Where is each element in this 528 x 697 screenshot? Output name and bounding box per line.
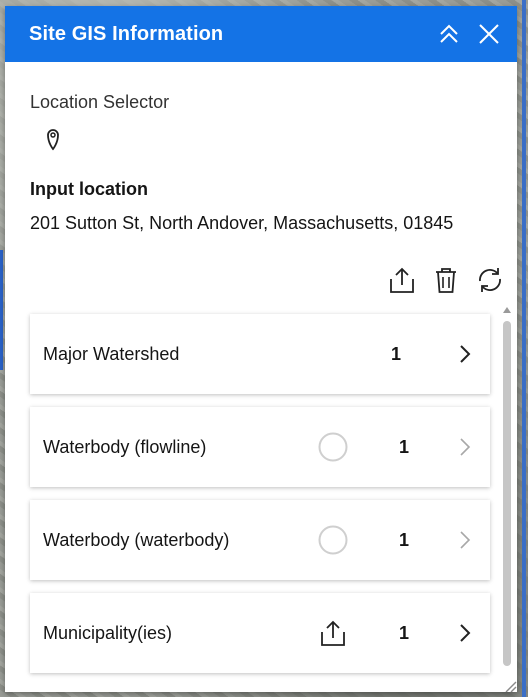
chevron-right-icon: [458, 436, 474, 458]
layer-count: 1: [399, 622, 410, 643]
panel-title: Site GIS Information: [29, 22, 224, 45]
layer-count: 1: [391, 343, 402, 364]
input-location-address: 201 Sutton St, North Andover, Massachuse…: [30, 213, 454, 233]
location-selector-label: Location Selector: [30, 92, 170, 112]
delete-button[interactable]: [432, 265, 460, 295]
layer-item-waterbody-flowline[interactable]: Waterbody (flowline) 1: [30, 407, 490, 487]
trash-icon: [436, 268, 456, 293]
loading-circle-icon: [318, 525, 348, 555]
map-boundary-line: [0, 250, 3, 370]
map-pin-icon: [47, 129, 59, 151]
export-button[interactable]: [388, 265, 416, 295]
chevron-right-icon: [458, 343, 474, 365]
layer-label: Major Watershed: [43, 343, 180, 364]
input-location-label: Input location: [30, 179, 148, 199]
export-icon: [321, 620, 345, 646]
layer-count: 1: [399, 529, 410, 550]
layer-item-municipalities[interactable]: Municipality(ies) 1: [30, 593, 490, 673]
refresh-icon: [479, 268, 501, 292]
layer-item-major-watershed[interactable]: Major Watershed 1: [30, 314, 490, 394]
export-icon: [390, 267, 414, 293]
loading-circle-icon: [318, 432, 348, 462]
scrollbar-thumb[interactable]: [503, 321, 511, 666]
layer-label: Waterbody (waterbody): [43, 529, 230, 550]
resize-handle-icon[interactable]: [503, 680, 517, 692]
layer-label: Waterbody (flowline): [43, 436, 207, 457]
close-button[interactable]: [475, 20, 503, 48]
refresh-button[interactable]: [476, 265, 504, 295]
layer-item-waterbody-waterbody[interactable]: Waterbody (waterbody) 1: [30, 500, 490, 580]
layer-label: Municipality(ies): [43, 622, 173, 643]
chevron-right-icon: [458, 622, 474, 644]
double-chevron-up-icon: [440, 24, 458, 43]
close-icon: [479, 24, 499, 44]
site-gis-panel: Site GIS Information Location Selector I…: [5, 6, 517, 692]
chevron-right-icon: [458, 529, 474, 551]
layer-list-scrollbar[interactable]: [500, 306, 514, 686]
header-actions: [435, 20, 503, 48]
panel-content: Location Selector Input location 201 Sut…: [5, 92, 517, 234]
scroll-up-arrow-icon[interactable]: [503, 306, 511, 314]
collapse-button[interactable]: [435, 20, 463, 48]
map-boundary-line-right: [522, 0, 526, 697]
panel-header: Site GIS Information: [5, 6, 517, 62]
location-pin-button[interactable]: [46, 127, 66, 153]
layer-export-button[interactable]: [318, 618, 348, 648]
location-tools: [388, 265, 504, 295]
layer-count: 1: [399, 436, 410, 457]
